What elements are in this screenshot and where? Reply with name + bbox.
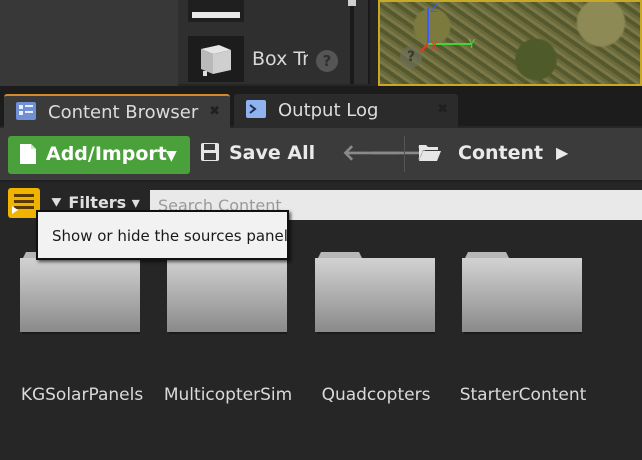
chevron-down-icon: ▼ <box>166 148 177 164</box>
folder-icon[interactable] <box>18 248 142 334</box>
output-log-icon <box>246 100 266 118</box>
help-icon[interactable]: ? <box>316 50 338 72</box>
axis-z-label: Z <box>430 2 438 15</box>
folder-label: KGSolarPanels <box>20 385 144 405</box>
tab-output-log[interactable]: Output Log ✖ <box>234 94 458 128</box>
folder-label: StarterContent <box>459 385 587 405</box>
content-browser-icon <box>16 102 36 120</box>
placement-panel: Box Tr ? <box>178 0 370 84</box>
folder-icon[interactable] <box>313 248 437 334</box>
viewport-help-icon[interactable]: ? <box>400 46 422 68</box>
close-icon[interactable]: ✖ <box>437 102 448 117</box>
save-icon[interactable] <box>200 142 220 162</box>
axis-x-label: X <box>430 39 438 53</box>
chevron-right-icon[interactable]: ▶ <box>556 143 568 162</box>
toolbar-divider <box>404 136 405 172</box>
folder-open-icon <box>419 145 441 161</box>
editor-window: Box Tr ? Z Y X ? Content Browser ✖ Outpu… <box>0 0 642 460</box>
save-all-button[interactable]: Save All <box>229 142 315 164</box>
placement-scrollbar[interactable] <box>350 0 354 84</box>
tab-output-log-label: Output Log <box>278 100 379 121</box>
folder-icon[interactable] <box>460 248 584 334</box>
folder-label: Quadcopters <box>321 385 431 405</box>
placement-item-label: Box Tr <box>252 48 308 70</box>
add-import-label: Add/Import <box>46 143 167 165</box>
cube-icon <box>201 45 231 76</box>
tooltip: Show or hide the sources panel <box>36 210 289 260</box>
new-document-icon <box>20 144 36 164</box>
tab-content-browser[interactable]: Content Browser ✖ <box>4 94 230 128</box>
level-viewport[interactable]: Z Y X ? <box>378 0 642 86</box>
tooltip-text: Show or hide the sources panel <box>52 227 288 245</box>
add-import-button[interactable]: Add/Import ▼ <box>8 136 190 174</box>
placement-item-thumbnail[interactable] <box>188 0 244 22</box>
placement-scroll-thumb[interactable] <box>348 0 356 6</box>
box-trigger-thumbnail[interactable] <box>188 36 244 82</box>
axis-y-label: Y <box>467 37 476 51</box>
tab-content-browser-label: Content Browser <box>48 102 199 123</box>
breadcrumb[interactable]: Content <box>458 142 543 164</box>
top-left-panel <box>0 0 178 86</box>
folder-icon[interactable] <box>165 248 289 334</box>
content-browser-toolbar: Add/Import ▼ Save All 🡐 🡒 Content ▶ <box>0 128 642 182</box>
close-icon[interactable]: ✖ <box>209 104 220 119</box>
folder-label: MulticopterSim <box>163 385 293 405</box>
